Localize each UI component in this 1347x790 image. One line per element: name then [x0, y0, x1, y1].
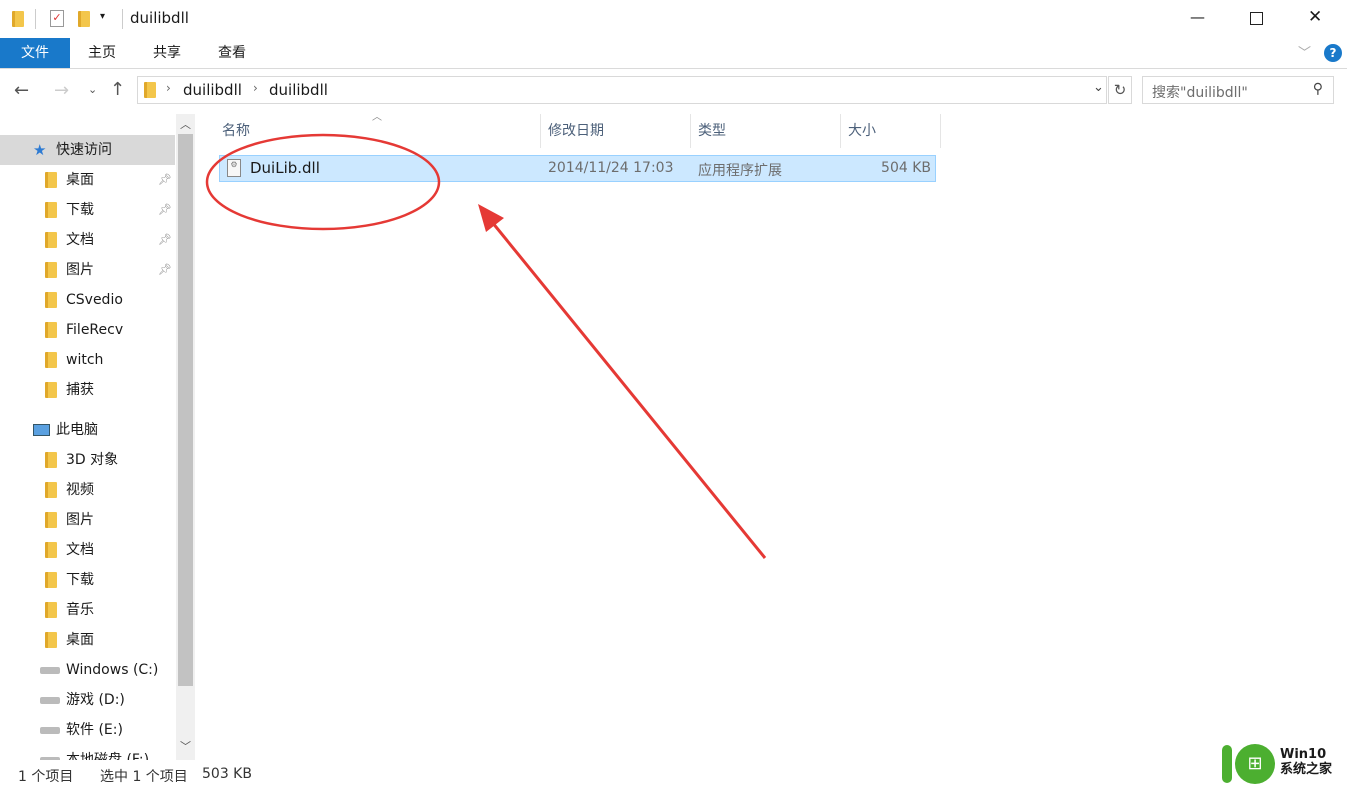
windows-logo-icon: ⊞ [1235, 744, 1275, 784]
annotation-arrowhead [478, 204, 504, 232]
annotation-overlay [205, 133, 767, 559]
watermark-text: Win10 系统之家 [1280, 747, 1333, 777]
annotation-circle [205, 133, 441, 231]
selection-size: 503 KB [202, 766, 252, 782]
status-bar: 1 个项目 选中 1 个项目 503 KB [0, 760, 1347, 790]
logo-bar [1222, 745, 1232, 783]
selection-count: 选中 1 个项目 [100, 769, 188, 785]
win10-watermark-logo: ⊞ Win10 系统之家 [1222, 740, 1347, 790]
item-count: 1 个项目 [18, 769, 74, 785]
annotation-arrow-shaft [490, 221, 767, 559]
